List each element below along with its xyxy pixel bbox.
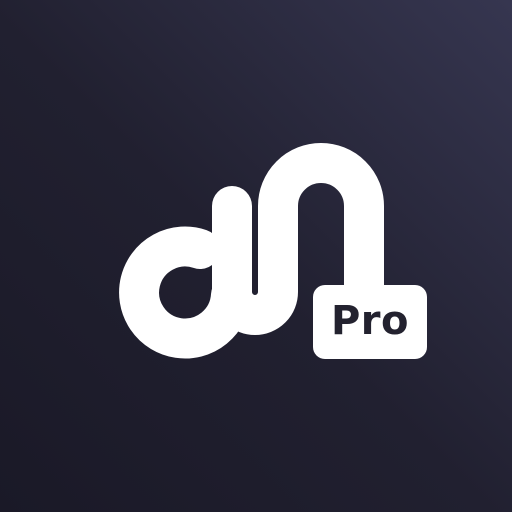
link-loop-icon — [119, 143, 384, 359]
app-icon: Pro — [0, 0, 512, 512]
pro-badge-label: Pro — [330, 298, 410, 344]
pro-badge: Pro — [313, 285, 427, 359]
